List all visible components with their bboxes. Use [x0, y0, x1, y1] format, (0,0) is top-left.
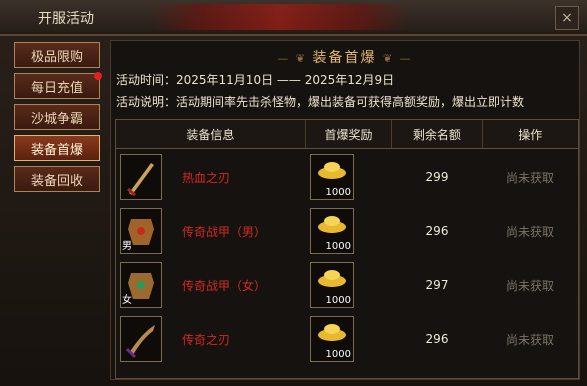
sidebar: 极品限购 每日充值 沙城争霸 装备首爆 装备回收 [14, 42, 104, 197]
section-title-text: 装备首爆 [312, 50, 377, 66]
window-title: 开服活动 [38, 11, 94, 27]
header-action: 操作 [518, 127, 543, 142]
header-remaining-quota: 剩余名额 [392, 120, 483, 148]
claim-status: 尚未获取 [505, 278, 554, 293]
reward-amount: 1000 [325, 241, 351, 252]
left-ornament-icon: — ❦ [277, 52, 313, 65]
notification-dot-icon [94, 72, 102, 80]
title-bar: 开服活动 × [0, 0, 587, 36]
right-ornament-icon: ❦ — [382, 52, 413, 65]
main-panel: — ❦ 装备首爆 ❦ — 活动时间：2025年11月10日 —— 2025年12… [110, 40, 580, 380]
item-name: 传奇战甲（女） [182, 278, 267, 293]
activity-description: 活动说明：活动期间率先击杀怪物，爆出装备可获得高额奖励，爆出立即计数 [116, 95, 525, 109]
sidebar-item-label: 装备首爆 [30, 142, 83, 158]
first-drop-table: 装备信息 首爆奖励 剩余名额 操作 热血之刃 1000 299 尚未获取 男 传… [115, 119, 579, 379]
reward-amount: 1000 [325, 187, 351, 198]
armor-icon[interactable]: 女 [120, 262, 162, 308]
item-name: 传奇战甲（男） [182, 224, 267, 239]
section-title: — ❦ 装备首爆 ❦ — [111, 47, 579, 67]
table-header: 装备信息 首爆奖励 剩余名额 操作 [116, 120, 578, 149]
sidebar-item-label: 沙城争霸 [30, 111, 83, 127]
table-row: 热血之刃 1000 299 尚未获取 [116, 150, 578, 204]
sidebar-item-daily-recharge[interactable]: 每日充值 [14, 72, 102, 99]
header-first-drop-reward: 首爆奖励 [306, 120, 393, 148]
claim-status: 尚未获取 [505, 224, 554, 239]
table-row: 男 传奇战甲（男） 1000 296 尚未获取 [116, 204, 578, 258]
remaining-quota: 299 [425, 170, 449, 184]
sidebar-item-first-drop[interactable]: 装备首爆 [14, 135, 100, 161]
item-name: 传奇之刃 [182, 332, 231, 347]
gold-ingot-icon[interactable]: 1000 [310, 316, 354, 362]
gender-label: 女 [122, 295, 132, 306]
gold-ingot-icon[interactable]: 1000 [310, 262, 354, 308]
sidebar-item-equipment-recycle[interactable]: 装备回收 [14, 166, 100, 192]
reward-amount: 1000 [325, 295, 351, 306]
remaining-quota: 296 [425, 332, 449, 346]
remaining-quota: 296 [425, 224, 449, 238]
table-row: 传奇之刃 1000 296 尚未获取 [116, 312, 578, 366]
remaining-quota: 297 [425, 278, 449, 292]
sidebar-item-label: 每日充值 [30, 80, 83, 96]
gold-ingot-icon[interactable]: 1000 [310, 154, 354, 200]
sword-icon[interactable] [120, 154, 162, 200]
sidebar-item-castle-war[interactable]: 沙城争霸 [14, 104, 100, 130]
header-equipment-info: 装备信息 [116, 120, 306, 148]
sidebar-item-label: 极品限购 [30, 49, 83, 65]
title-ornament [150, 4, 410, 30]
event-window: 开服活动 × 极品限购 每日充值 沙城争霸 装备首爆 装备回收 — ❦ 装备首爆… [0, 0, 587, 386]
gender-label: 男 [122, 241, 132, 252]
activity-time: 活动时间：2025年11月10日 —— 2025年12月9日 [116, 73, 395, 87]
sidebar-item-limited-purchase[interactable]: 极品限购 [14, 42, 100, 68]
blade-icon[interactable] [120, 316, 162, 362]
close-button[interactable]: × [555, 6, 579, 30]
claim-status: 尚未获取 [505, 332, 554, 347]
armor-icon[interactable]: 男 [120, 208, 162, 254]
reward-amount: 1000 [325, 349, 351, 360]
claim-status: 尚未获取 [505, 170, 554, 185]
sidebar-item-label: 装备回收 [30, 173, 83, 189]
gold-ingot-icon[interactable]: 1000 [310, 208, 354, 254]
table-row: 女 传奇战甲（女） 1000 297 尚未获取 [116, 258, 578, 312]
item-name: 热血之刃 [182, 170, 231, 185]
